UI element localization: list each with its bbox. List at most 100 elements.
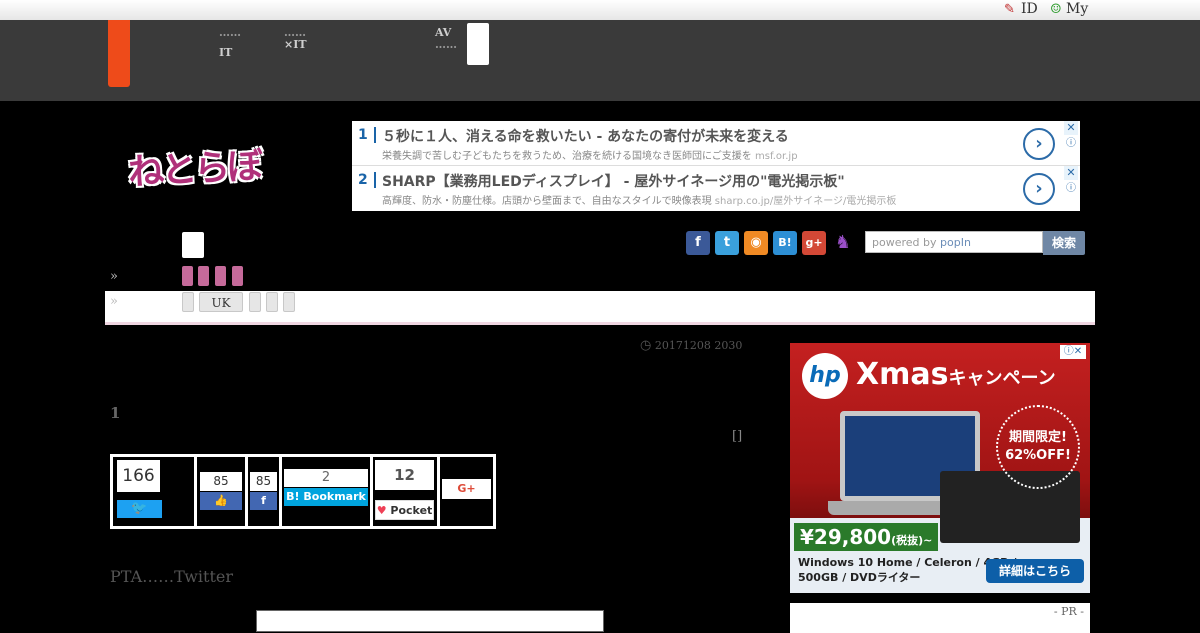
article-number: 1 <box>110 404 121 422</box>
ad-headline: Xmasキャンペーン <box>856 357 1056 392</box>
hatena-count: 2 <box>284 469 368 487</box>
nav-item-xit-line2: ×IT <box>284 38 307 51</box>
pocket-button[interactable]: ♥ Pocket <box>375 500 434 520</box>
twitter-count: 166 <box>117 460 160 492</box>
pencil-icon: ✎ <box>1004 2 1015 17</box>
ad-description: 高輝度、防水・防塵仕様。店頭から壁面まで、自由なスタイルで映像表現 sharp.… <box>382 192 896 207</box>
cat-icon[interactable]: ♞ <box>831 231 855 255</box>
share-fb[interactable]: 85 f <box>248 457 282 526</box>
search-powered: powered by <box>872 236 937 249</box>
ad-price-value: ¥29,800 <box>800 525 892 549</box>
text-ad-block: 1 ５秒に１人、消える命を救いたい - あなたの寄付が未来を変える 栄養失調で苦… <box>352 121 1080 211</box>
pocket-count: 12 <box>375 460 434 490</box>
search-brand: popIn <box>940 236 971 249</box>
id-link[interactable]: ID <box>1021 1 1038 17</box>
share-gplus[interactable]: G+ <box>440 457 493 526</box>
ad-domain: msf.or.jp <box>755 151 798 162</box>
ad-desc-text: 高輝度、防水・防塵仕様。店頭から壁面まで、自由なスタイルで映像表現 <box>382 196 712 207</box>
nav-brand-tab[interactable] <box>108 20 130 87</box>
share-bar: 166 🐦 85 👍 85 f 2 B! Bookmark 12 ♥ Pocke… <box>110 454 496 529</box>
user-icon: ☺ <box>1050 2 1062 17</box>
search-button[interactable]: 検索 <box>1043 231 1085 255</box>
hp-logo: hp <box>802 353 848 399</box>
facebook-icon[interactable]: f <box>686 231 710 255</box>
nav-item-it-line1: …… <box>219 26 241 39</box>
nav-item-xit[interactable]: …… ×IT <box>284 27 307 51</box>
ad-spec: Windows 10 Home / Celeron / 4GB / 500GB /… <box>798 555 1016 585</box>
article-lede: PTA……Twitter <box>110 567 234 586</box>
twitter-share-icon[interactable]: 🐦 <box>117 500 162 518</box>
tag-pink-3[interactable] <box>215 266 226 286</box>
share-twitter[interactable]: 166 🐦 <box>113 457 197 526</box>
thumbs-up-icon[interactable]: 👍 <box>200 492 242 510</box>
tag-pink-2[interactable] <box>198 266 209 286</box>
pocket-icon: ♥ <box>376 504 387 517</box>
site-logo[interactable]: ねとらぼ <box>127 137 262 196</box>
ad-headline-sub: キャンペーン <box>948 368 1056 389</box>
limited-offer-badge: 期間限定! 62%OFF! <box>996 405 1080 489</box>
ad-number: 1 <box>358 127 376 143</box>
tag-button-2[interactable] <box>249 292 261 312</box>
text-ad-1[interactable]: 1 ５秒に１人、消える命を救いたい - あなたの寄付が未来を変える 栄養失調で苦… <box>352 121 1080 166</box>
article-bracket: [] <box>732 429 743 444</box>
share-pocket[interactable]: 12 ♥ Pocket <box>373 457 440 526</box>
tag-pink-1[interactable] <box>182 266 193 286</box>
hatena-icon[interactable]: B! <box>773 231 797 255</box>
share-fb-like[interactable]: 85 👍 <box>197 457 248 526</box>
googleplus-icon[interactable]: g+ <box>802 231 826 255</box>
ad-price-note: (税抜)~ <box>891 534 933 547</box>
hp-banner-ad[interactable]: hp Xmasキャンペーン 期間限定! 62%OFF! ¥29,800(税抜)~ … <box>790 343 1090 593</box>
nav-item-it[interactable]: …… IT <box>219 27 241 59</box>
ad-domain: sharp.co.jp/屋外サイネージ/電光掲示板 <box>714 196 897 207</box>
tag-button-3[interactable] <box>266 292 278 312</box>
hatena-label: Bookmark <box>303 490 366 503</box>
tag-box[interactable] <box>182 232 204 258</box>
twitter-icon[interactable]: t <box>715 231 739 255</box>
ad-number: 2 <box>358 172 376 188</box>
ad-info-icon[interactable]: ⓘ <box>1064 137 1078 151</box>
fb-share-count: 85 <box>250 472 277 491</box>
search-input[interactable]: powered by popIn <box>865 231 1043 253</box>
gplus-button[interactable]: G+ <box>442 479 491 499</box>
fb-like-count: 85 <box>200 472 242 491</box>
limited-line1: 期間限定! <box>1009 430 1067 445</box>
tag-button-1[interactable] <box>182 292 194 312</box>
pr-box: - PR - <box>790 603 1090 633</box>
clock-icon: ◷ <box>640 338 652 353</box>
ad-title[interactable]: ５秒に１人、消える命を救いたい - あなたの寄付が未来を変える <box>382 126 789 146</box>
tag-button-uk[interactable]: UK <box>199 292 243 312</box>
raquo-1: » <box>110 269 118 284</box>
rss-icon[interactable]: ◉ <box>744 231 768 255</box>
facebook-share-icon[interactable]: f <box>250 492 277 510</box>
ad-detail-button[interactable]: 詳細はこちら <box>986 559 1084 583</box>
text-ad-2[interactable]: 2 SHARP【業務用LEDディスプレイ】 - 屋外サイネージ用の"電光掲示板"… <box>352 166 1080 210</box>
utility-bar: ✎ ID ☺ My <box>0 0 1200 20</box>
nav-item-av-line2: …… <box>435 38 457 51</box>
hatena-b-icon: B! <box>286 490 300 503</box>
ad-description: 栄養失調で苦しむ子どもたちを救うため、治療を続ける国境なき医師団にご支援を ms… <box>382 147 798 162</box>
article-date-text: 20171208 2030 <box>654 339 743 352</box>
nav-item-it-line2: IT <box>219 46 233 59</box>
my-link[interactable]: My <box>1066 1 1088 17</box>
pr-label: - PR - <box>1053 605 1084 618</box>
article-date: ◷ 20171208 2030 <box>640 338 742 353</box>
ad-close-icon[interactable]: ✕ <box>1064 166 1078 180</box>
article-image <box>256 610 604 632</box>
ad-title[interactable]: SHARP【業務用LEDディスプレイ】 - 屋外サイネージ用の"電光掲示板" <box>382 171 845 191</box>
hatena-bookmark-button[interactable]: B! Bookmark <box>284 488 368 506</box>
ad-arrow-icon[interactable]: › <box>1023 173 1055 205</box>
raquo-2: » <box>110 294 118 309</box>
ad-spec-line2: 500GB / DVDライター <box>798 571 921 584</box>
ad-info-close-icon[interactable]: ⓘ✕ <box>1060 345 1086 359</box>
share-hatena[interactable]: 2 B! Bookmark <box>282 457 373 526</box>
ad-spec-line1: Windows 10 Home / Celeron / 4GB / <box>798 556 1017 569</box>
limited-line2: 62%OFF! <box>1005 448 1071 463</box>
tag-pink-4[interactable] <box>232 266 243 286</box>
nav-item-av[interactable]: AV …… <box>435 27 457 51</box>
ad-close-icon[interactable]: ✕ <box>1064 121 1078 135</box>
nav-search-box[interactable] <box>467 23 489 65</box>
ad-arrow-icon[interactable]: › <box>1023 128 1055 160</box>
ad-info-icon[interactable]: ⓘ <box>1064 182 1078 196</box>
ad-headline-main: Xmas <box>856 357 949 392</box>
tag-button-4[interactable] <box>283 292 295 312</box>
